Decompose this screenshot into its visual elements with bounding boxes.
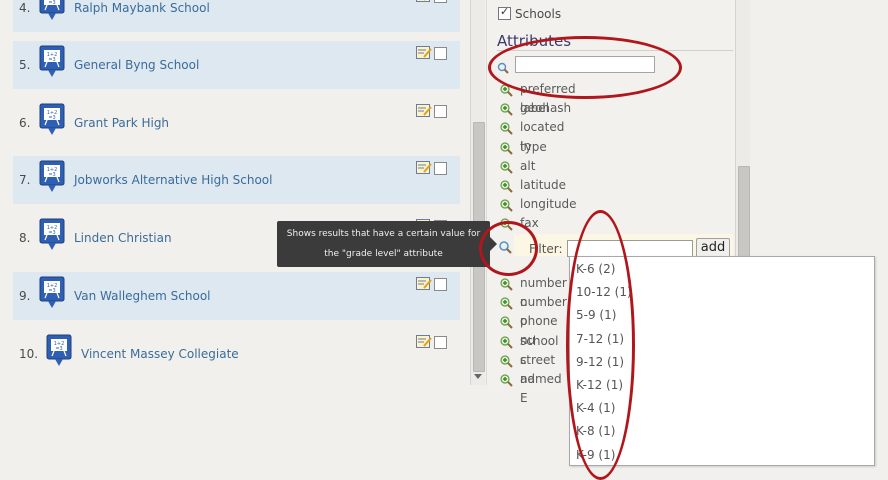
result-name-link[interactable]: General Byng School <box>74 41 199 89</box>
result-name-link[interactable]: Ralph Maybank School <box>74 0 210 32</box>
edit-note-icon[interactable] <box>416 0 432 3</box>
school-pin-icon: 1+2=3 <box>46 334 72 366</box>
edit-note-icon[interactable] <box>416 335 432 349</box>
edit-note-icon[interactable] <box>416 277 432 291</box>
result-name-link[interactable]: Van Walleghem School <box>74 272 211 320</box>
result-name-link[interactable]: Jobworks Alternative High School <box>74 156 273 204</box>
select-checkbox[interactable] <box>434 162 447 175</box>
attribute-label: longitude <box>520 197 577 212</box>
dropdown-option[interactable]: K-8 (1) <box>576 420 615 443</box>
attribute-label: geohash <box>520 101 572 116</box>
result-name-link[interactable]: Linden Christian <box>74 214 172 262</box>
edit-note-icon[interactable] <box>416 104 432 118</box>
grade-level-dropdown[interactable]: K-6 (2) 10-12 (1) 5-9 (1) 7-12 (1) 9-12 (1) K… <box>569 256 875 466</box>
schools-label: Schools <box>515 7 562 21</box>
panel-scrollbar-thumb[interactable] <box>738 166 750 268</box>
school-pin-icon: 1+2=3 <box>39 103 65 135</box>
tooltip: Shows results that have a certain value … <box>277 221 497 267</box>
school-pin-icon: 1+2=3 <box>39 218 65 250</box>
attribute-add-icon[interactable] <box>499 83 513 97</box>
attribute-add-icon[interactable] <box>499 315 513 330</box>
svg-text:=3: =3 <box>48 230 55 236</box>
result-number: 5. <box>19 58 31 72</box>
dropdown-option[interactable]: 9-12 (1) <box>576 351 624 374</box>
magnifier-icon <box>497 59 509 74</box>
attribute-label: latitude <box>520 178 567 192</box>
attribute-add-icon[interactable] <box>499 141 513 155</box>
result-number: 6. <box>19 116 31 130</box>
attribute-add-icon[interactable] <box>499 121 513 136</box>
check-mark-icon: ✓ <box>500 5 510 18</box>
attribute-add-icon[interactable] <box>499 198 513 212</box>
select-checkbox[interactable] <box>434 47 447 60</box>
svg-text:=3: =3 <box>48 57 55 63</box>
attribute-add-icon[interactable] <box>499 277 513 291</box>
filter-label: Filter: <box>529 242 563 256</box>
svg-text:=3: =3 <box>48 288 55 294</box>
school-pin-icon: 1+2=3 <box>39 160 65 192</box>
select-checkbox[interactable] <box>434 0 447 3</box>
result-number: 8. <box>19 231 31 245</box>
attribute-label: named E <box>520 372 562 405</box>
attribute-add-icon[interactable] <box>499 160 513 174</box>
attribute-add-icon[interactable] <box>499 335 513 349</box>
panel-scrollbar[interactable] <box>735 0 750 272</box>
attribute-add-icon[interactable] <box>499 179 513 193</box>
result-row: 9. 1+2 =3 Van Walleghem School <box>13 272 460 320</box>
result-number: 9. <box>19 289 31 303</box>
dropdown-option[interactable]: 10-12 (1) <box>576 281 632 304</box>
attributes-heading: Attributes <box>497 32 572 50</box>
dropdown-option[interactable]: K-4 (1) <box>576 397 615 420</box>
filter-input[interactable] <box>567 240 693 257</box>
dropdown-option[interactable]: K-6 (2) <box>576 258 615 281</box>
result-row: 4. 1+2=3 Ralph Maybank School <box>13 0 460 32</box>
dropdown-option[interactable]: 7-12 (1) <box>576 328 624 351</box>
attribute-add-icon[interactable] <box>499 296 513 310</box>
result-row: 6. 1+2 =3 Grant Park High <box>13 99 460 147</box>
add-button[interactable]: add <box>696 238 730 258</box>
attribute-add-icon[interactable] <box>499 354 513 368</box>
school-pin-icon: 1+2=3 <box>39 45 65 77</box>
select-checkbox[interactable] <box>434 336 447 349</box>
results-scrollbar[interactable] <box>470 0 485 385</box>
school-pin-icon: 1+2=3 <box>39 0 65 20</box>
svg-text:=3: =3 <box>48 0 55 6</box>
attribute-search-input[interactable] <box>515 56 655 73</box>
result-number: 10. <box>19 347 39 361</box>
heading-divider <box>497 50 733 51</box>
attribute-label: alt <box>520 158 536 173</box>
schools-checkbox[interactable]: ✓ <box>498 5 511 20</box>
result-number: 7. <box>19 173 31 187</box>
edit-note-icon[interactable] <box>416 46 432 60</box>
attribute-add-icon[interactable] <box>499 102 513 116</box>
svg-text:=3: =3 <box>55 346 62 352</box>
result-row: 5. 1+2 =3 General Byng School <box>13 41 460 89</box>
dropdown-option[interactable]: K-9 (1) <box>576 444 615 467</box>
svg-text:=3: =3 <box>48 172 55 178</box>
result-row: 10. 1+2 =3 Vincent Massey Collegiate <box>13 330 460 378</box>
tooltip-line-2: the "grade level" attribute <box>324 249 443 259</box>
select-checkbox[interactable] <box>434 278 447 291</box>
attribute-label: type <box>520 139 547 154</box>
school-pin-icon: 1+2=3 <box>39 276 65 308</box>
edit-note-icon[interactable] <box>416 161 432 175</box>
result-name-link[interactable]: Vincent Massey Collegiate <box>81 330 239 378</box>
dropdown-option[interactable]: K-12 (1) <box>576 374 623 397</box>
result-row: 7. 1+2 =3 Jobworks Alternative High School <box>13 156 460 204</box>
select-checkbox[interactable] <box>434 105 447 118</box>
attribute-add-icon[interactable] <box>499 373 513 387</box>
scroll-down-arrow-icon[interactable] <box>474 374 482 379</box>
result-name-link[interactable]: Grant Park High <box>74 99 169 147</box>
grade-level-search-icon[interactable] <box>498 239 512 254</box>
tooltip-line-1: Shows results that have a certain value … <box>286 229 481 239</box>
result-number: 4. <box>19 1 31 15</box>
attribute-add-icon[interactable] <box>499 217 513 232</box>
dropdown-option[interactable]: 5-9 (1) <box>576 304 616 327</box>
svg-text:=3: =3 <box>48 115 55 121</box>
